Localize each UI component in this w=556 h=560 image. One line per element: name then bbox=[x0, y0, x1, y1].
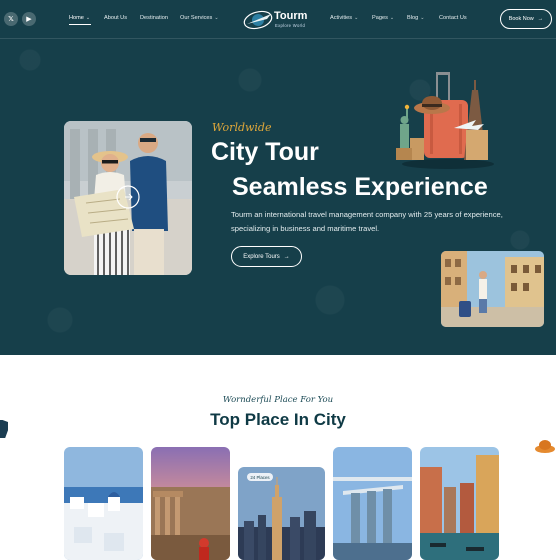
active-nav-underline bbox=[69, 24, 91, 25]
places-title: Top Place In City bbox=[210, 410, 346, 429]
destination-card-ruins[interactable] bbox=[151, 447, 230, 560]
chevron-down-icon: ⌄ bbox=[420, 15, 425, 21]
chevron-down-icon: ⌄ bbox=[389, 15, 395, 21]
nav-home-label: Home bbox=[69, 15, 84, 21]
chevron-down-icon: ⌄ bbox=[214, 15, 219, 21]
explore-tours-label: Explore Tours bbox=[243, 253, 280, 260]
nav-activities[interactable]: Activities ⌄ bbox=[330, 15, 358, 21]
nav-home[interactable]: Home ⌄ bbox=[69, 15, 90, 21]
hero-title-line1: City Tour bbox=[211, 138, 319, 166]
nav-blog-label: Blog bbox=[407, 15, 419, 21]
chevron-down-icon: ⌄ bbox=[354, 15, 359, 21]
hero-photo-couple bbox=[64, 121, 192, 275]
arrow-right-icon: → bbox=[283, 253, 290, 260]
nav-about-us[interactable]: About Us bbox=[104, 15, 127, 21]
hat-decoration-icon bbox=[535, 440, 555, 453]
nav-pages-label: Pages bbox=[372, 15, 388, 21]
destination-card-singapore[interactable] bbox=[333, 447, 412, 560]
places-count-badge: 24 Places bbox=[247, 473, 273, 481]
hero-landmarks-cluster bbox=[396, 72, 494, 169]
nav-services-label: Our Services bbox=[180, 15, 213, 21]
nav-pages[interactable]: Pages ⌄ bbox=[372, 15, 394, 21]
nav-contact-us[interactable]: Contact Us bbox=[439, 15, 467, 21]
logo-tagline: Explore World bbox=[275, 23, 306, 28]
hero-script-subtitle: Worldwide bbox=[212, 121, 272, 134]
destination-card-venice[interactable] bbox=[420, 447, 499, 560]
hero-title-line2: Seamless Experience bbox=[232, 173, 488, 201]
ticket-decoration-icon bbox=[0, 420, 8, 438]
nav-blog[interactable]: Blog ⌄ bbox=[407, 15, 424, 21]
places-script-subtitle: Wornderful Place For You bbox=[222, 395, 334, 405]
site-header: 𝕏 ▶ Home ⌄ About Us Destination Our Servi… bbox=[0, 0, 556, 39]
hero-description: Tourm an international travel management… bbox=[231, 210, 503, 233]
explore-tours-button[interactable]: Explore Tours → bbox=[231, 246, 302, 267]
logo-name[interactable]: Tourm bbox=[274, 10, 307, 22]
hero-photo-street bbox=[441, 251, 544, 327]
book-now-button[interactable]: Book Now → bbox=[500, 9, 552, 29]
book-now-label: Book Now bbox=[508, 16, 534, 22]
nav-our-services[interactable]: Our Services ⌄ bbox=[180, 15, 219, 21]
nav-destination-label: Destination bbox=[140, 15, 168, 21]
nav-contact-label: Contact Us bbox=[439, 15, 467, 21]
youtube-icon[interactable]: ▶ bbox=[22, 12, 36, 26]
arrow-right-icon: → bbox=[537, 16, 544, 22]
nav-about-label: About Us bbox=[104, 15, 128, 21]
x-icon[interactable]: 𝕏 bbox=[4, 12, 18, 26]
nav-destination[interactable]: Destination bbox=[140, 15, 168, 21]
chevron-down-icon: ⌄ bbox=[85, 15, 91, 21]
destination-card-santorini[interactable] bbox=[64, 447, 143, 560]
nav-activities-label: Activities bbox=[330, 15, 353, 21]
